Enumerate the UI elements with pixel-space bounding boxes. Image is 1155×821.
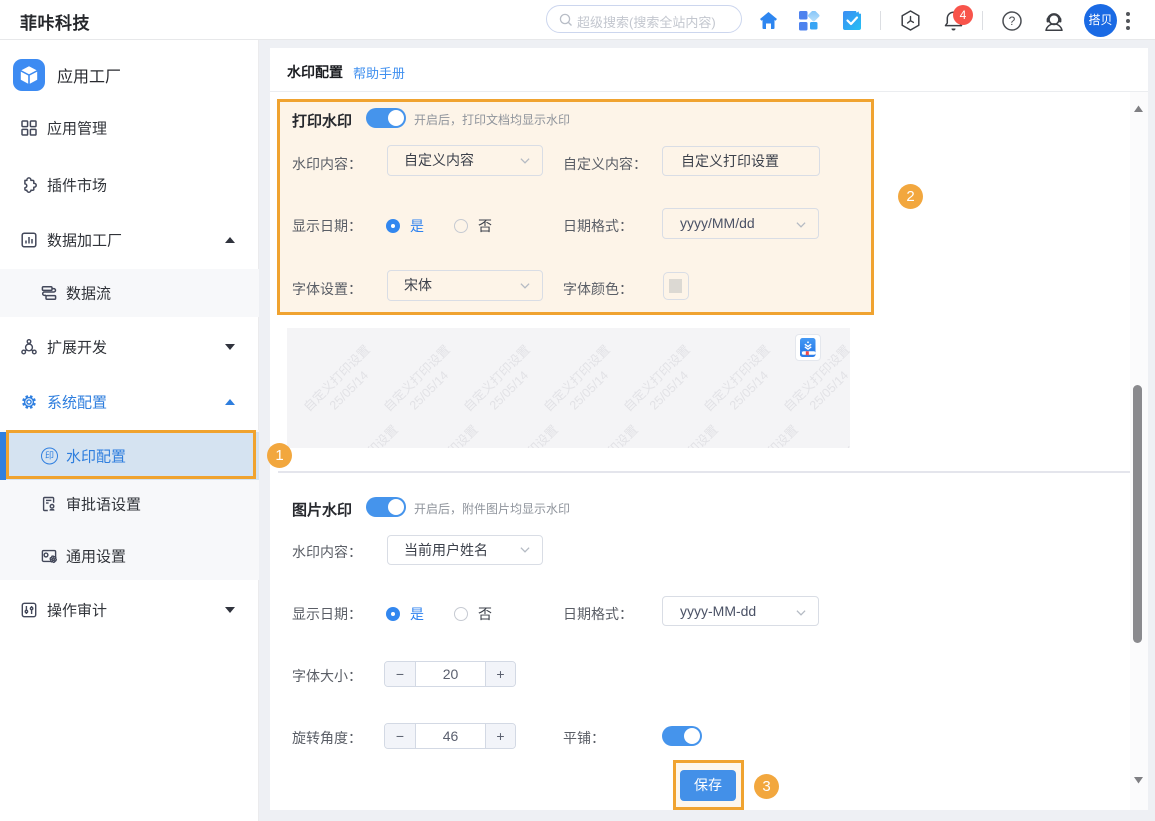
svg-text:?: ? (1009, 14, 1016, 28)
